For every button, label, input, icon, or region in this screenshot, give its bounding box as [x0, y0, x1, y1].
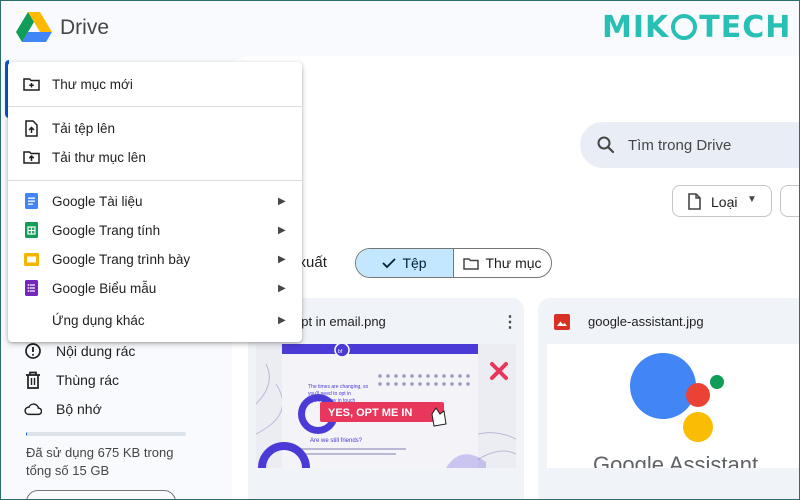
- sidebar-item-label: Bộ nhớ: [56, 401, 102, 417]
- menu-item-new-folder[interactable]: Thư mục mới: [8, 70, 302, 98]
- file-name: opt in email.png: [294, 314, 386, 329]
- menu-divider: [8, 180, 302, 181]
- segment-files[interactable]: Tệp: [356, 249, 454, 277]
- document-icon: [688, 193, 701, 210]
- menu-item-more-apps[interactable]: Ứng dụng khác ▶: [8, 306, 302, 334]
- brand-watermark: MIK TECH: [602, 10, 791, 45]
- submenu-arrow-icon: ▶: [278, 195, 286, 207]
- menu-item-label: Tải thư mục lên: [52, 149, 146, 165]
- sheets-icon: [22, 221, 40, 239]
- storage-usage-bar: [26, 432, 186, 436]
- opt-in-email-preview: bf The times are changing, so you'll nee…: [256, 344, 516, 468]
- sidebar-item-storage[interactable]: Bộ nhớ: [24, 396, 102, 422]
- menu-item-google-docs[interactable]: Google Tài liệu ▶: [8, 187, 302, 215]
- trash-icon: [24, 371, 42, 389]
- brand-ring-icon: [671, 14, 698, 40]
- menu-item-label: Ứng dụng khác: [52, 312, 145, 328]
- segment-folders[interactable]: Thư mục: [454, 249, 551, 277]
- app-name: Drive: [60, 16, 110, 39]
- folder-plus-icon: [22, 75, 40, 93]
- menu-item-label: Google Trang trình bày: [52, 251, 191, 267]
- forms-icon: [22, 279, 40, 297]
- segment-files-label: Tệp: [402, 255, 427, 271]
- storage-usage-fill: [26, 432, 27, 436]
- more-options-icon[interactable]: ⋮: [502, 312, 518, 332]
- search-box[interactable]: Tìm trong Drive: [580, 122, 800, 168]
- more-filter-chip[interactable]: [780, 185, 800, 217]
- brand-left: MIK: [602, 10, 670, 45]
- menu-item-label: Google Tài liệu: [52, 193, 143, 209]
- search-input[interactable]: Tìm trong Drive: [628, 137, 731, 154]
- menu-divider: [8, 106, 302, 107]
- menu-item-upload-file[interactable]: Tải tệp lên: [8, 114, 302, 142]
- search-icon[interactable]: [596, 135, 616, 155]
- file-thumbnail: bf The times are changing, so you'll nee…: [256, 344, 516, 468]
- check-icon: [382, 258, 397, 269]
- menu-item-google-sheets[interactable]: Google Trang tính ▶: [8, 216, 302, 244]
- drive-logo-icon[interactable]: [16, 11, 52, 43]
- segment-folders-label: Thư mục: [485, 255, 542, 271]
- menu-item-label: Tải tệp lên: [52, 120, 116, 136]
- menu-item-google-forms[interactable]: Google Biểu mẫu ▶: [8, 274, 302, 302]
- submenu-arrow-icon: ▶: [278, 224, 286, 236]
- docs-icon: [22, 192, 40, 210]
- svg-text:The times are changing, so: The times are changing, so: [308, 384, 369, 390]
- submenu-arrow-icon: ▶: [278, 282, 286, 294]
- submenu-arrow-icon: ▶: [278, 253, 286, 265]
- menu-item-upload-folder[interactable]: Tải thư mục lên: [8, 143, 302, 171]
- type-filter-label: Loại: [711, 194, 738, 210]
- brand-right: TECH: [699, 10, 792, 45]
- sidebar-item-trash[interactable]: Thùng rác: [24, 367, 119, 393]
- file-thumbnail: Google Assistant: [547, 344, 800, 468]
- menu-item-google-slides[interactable]: Google Trang trình bày ▶: [8, 245, 302, 273]
- sidebar-item-label: Nội dung rác: [56, 343, 136, 359]
- spam-icon: [24, 342, 42, 360]
- new-menu: Thư mục mới Tải tệp lên Tải thư mục lên: [8, 62, 302, 342]
- file-card[interactable]: google-assistant.jpg ⋮ Google Assistant: [538, 298, 800, 500]
- menu-item-label: Google Trang tính: [52, 222, 161, 238]
- sidebar-item-label: Thùng rác: [56, 372, 120, 388]
- chevron-down-icon: ▼: [747, 194, 757, 205]
- slides-icon: [22, 250, 40, 268]
- file-folder-toggle[interactable]: Tệp Thư mục: [355, 248, 552, 278]
- submenu-arrow-icon: ▶: [278, 314, 286, 326]
- get-more-storage-button[interactable]: [26, 490, 176, 500]
- svg-text:you'll need to opt in: you'll need to opt in: [308, 391, 351, 397]
- storage-usage-text: Đã sử dụng 675 KB trong tổng số 15 GB: [26, 445, 174, 478]
- menu-item-label: Thư mục mới: [52, 76, 133, 92]
- folder-upload-icon: [22, 148, 40, 166]
- menu-item-label: Google Biểu mẫu: [52, 280, 157, 296]
- thumbnail-caption: Google Assistant: [593, 452, 759, 468]
- top-header: Drive MIK TECH: [0, 0, 800, 56]
- svg-text:bf: bf: [338, 349, 343, 355]
- google-assistant-preview: [547, 344, 800, 468]
- folder-icon: [463, 257, 480, 270]
- file-upload-icon: [22, 119, 40, 137]
- svg-text:YES, OPT ME IN: YES, OPT ME IN: [328, 407, 412, 419]
- cloud-icon: [24, 402, 42, 416]
- svg-text:Are we still friends?: Are we still friends?: [310, 438, 363, 444]
- more-options-icon[interactable]: ⋮: [794, 312, 800, 332]
- image-file-icon: [554, 314, 570, 330]
- file-name: google-assistant.jpg: [588, 314, 704, 329]
- type-filter-chip[interactable]: Loại ▼: [672, 185, 772, 217]
